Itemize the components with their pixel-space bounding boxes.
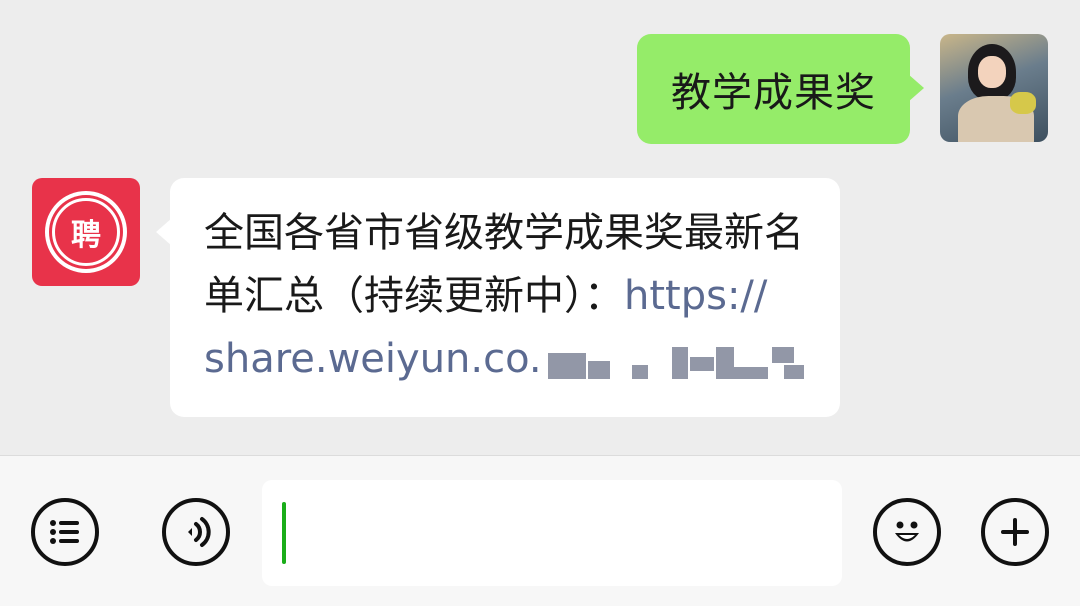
redacted-blur: [547, 343, 810, 379]
outgoing-text: 教学成果奖: [671, 70, 876, 116]
outgoing-message: 教学成果奖: [637, 34, 1048, 144]
text-caret: [282, 502, 286, 564]
seal-ring-icon: 聘: [45, 191, 127, 273]
plus-icon[interactable]: [981, 498, 1049, 566]
link-start[interactable]: https://: [624, 273, 767, 319]
emoji-icon[interactable]: [873, 498, 941, 566]
incoming-line-1: 全国各省市省级教学成果奖最新名: [204, 210, 804, 256]
incoming-line-2: 单汇总（持续更新中）：https://: [204, 265, 810, 328]
incoming-bubble[interactable]: 全国各省市省级教学成果奖最新名 单汇总（持续更新中）：https:// shar…: [156, 178, 840, 417]
list-icon[interactable]: [31, 498, 99, 566]
voice-icon[interactable]: [162, 498, 230, 566]
message-input-box[interactable]: [262, 480, 842, 588]
input-bar: [0, 455, 1080, 606]
contact-avatar[interactable]: 聘: [32, 178, 140, 286]
incoming-line-3: share.weiyun.co.: [204, 328, 810, 391]
incoming-line-2-text: 单汇总（持续更新中）：: [204, 273, 624, 319]
message-input[interactable]: [292, 480, 826, 588]
user-avatar[interactable]: [940, 34, 1048, 142]
chat-area: 教学成果奖 聘 全国各省市省级教学成果奖最新名 单汇总（持续更新中）：https…: [0, 0, 1080, 455]
link-rest[interactable]: share.weiyun.co.: [204, 336, 542, 382]
incoming-message: 聘 全国各省市省级教学成果奖最新名 单汇总（持续更新中）：https:// sh…: [32, 178, 840, 417]
outgoing-bubble[interactable]: 教学成果奖: [637, 34, 924, 144]
seal-glyph: 聘: [52, 198, 120, 266]
